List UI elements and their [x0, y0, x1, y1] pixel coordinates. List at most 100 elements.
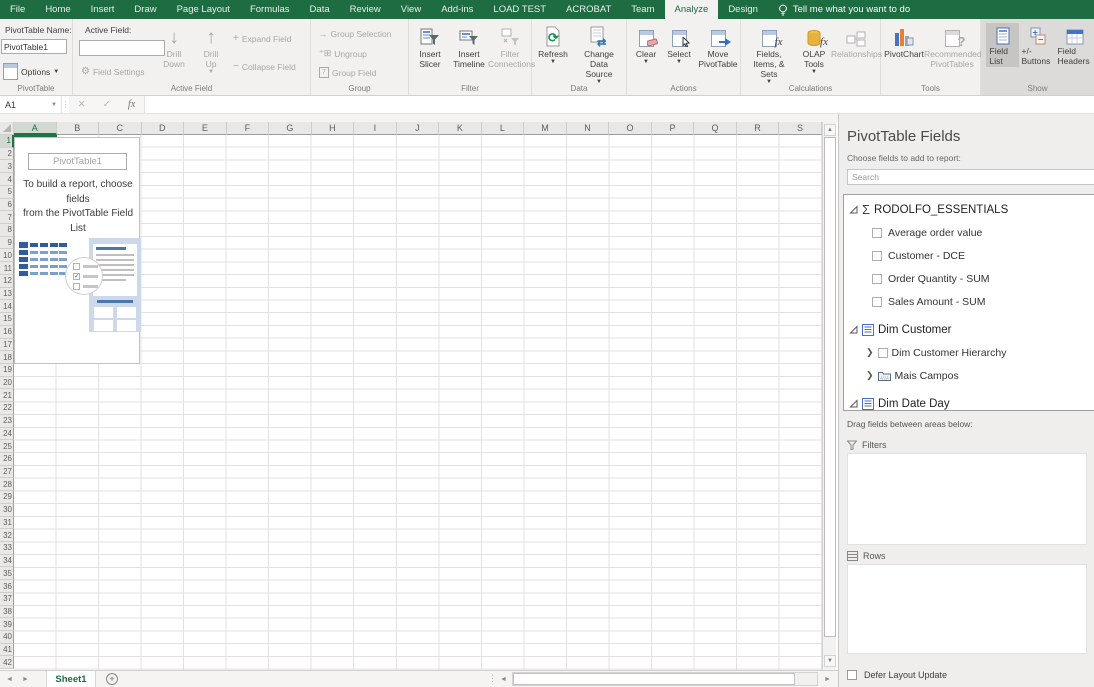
enter-icon[interactable]: ✓	[103, 99, 111, 110]
row-header-18[interactable]: 18	[0, 351, 14, 364]
column-header-s[interactable]: S	[779, 122, 822, 135]
row-header-33[interactable]: 33	[0, 542, 14, 555]
column-header-f[interactable]: F	[227, 122, 270, 135]
field-tree-item-rodolfo-essentials[interactable]: ΣRODOLFO_ESSENTIALS	[844, 198, 1094, 221]
row-header-32[interactable]: 32	[0, 529, 14, 542]
formula-input[interactable]	[145, 96, 1094, 113]
options-button[interactable]: Options ▼	[3, 63, 59, 80]
row-header-28[interactable]: 28	[0, 478, 14, 491]
name-box[interactable]: A1 ▼	[0, 96, 62, 113]
row-header-17[interactable]: 17	[0, 339, 14, 352]
row-header-39[interactable]: 39	[0, 618, 14, 631]
row-header-19[interactable]: 19	[0, 364, 14, 377]
row-header-15[interactable]: 15	[0, 313, 14, 326]
insert-slicer-button[interactable]: Insert Slicer	[413, 25, 447, 69]
menu-tab-load-test[interactable]: LOAD TEST	[483, 0, 556, 19]
group-selection-button[interactable]: → Group Selection	[319, 29, 391, 39]
hscroll-right-icon[interactable]: ►	[824, 671, 831, 687]
tab-splitter-handle[interactable]: ⋮	[488, 673, 497, 684]
filter-connections-button[interactable]: Filter Connections	[489, 25, 531, 69]
cancel-icon[interactable]: ✕	[78, 99, 86, 110]
field-tree-item-customer-dce[interactable]: Customer - DCE	[844, 244, 1094, 267]
column-header-a[interactable]: A	[14, 122, 57, 135]
column-header-k[interactable]: K	[439, 122, 482, 135]
filters-area-dropzone[interactable]	[847, 453, 1087, 545]
row-header-9[interactable]: 9	[0, 237, 14, 250]
menu-tab-add-ins[interactable]: Add-ins	[431, 0, 483, 19]
row-header-8[interactable]: 8	[0, 224, 14, 237]
row-header-22[interactable]: 22	[0, 402, 14, 415]
row-header-27[interactable]: 27	[0, 466, 14, 479]
field-checkbox[interactable]	[872, 297, 882, 307]
field-list-button[interactable]: Field List	[986, 23, 1019, 67]
ungroup-button[interactable]: ⁺⊞ Ungroup	[319, 48, 367, 59]
field-checkbox[interactable]	[872, 251, 882, 261]
defer-layout-checkbox[interactable]	[847, 670, 857, 680]
clear-button[interactable]: Clear ▼	[631, 25, 661, 65]
sheet-tab-sheet1[interactable]: Sheet1	[46, 671, 96, 687]
move-pivottable-button[interactable]: Move PivotTable	[697, 25, 739, 69]
column-header-r[interactable]: R	[737, 122, 780, 135]
menu-tab-insert[interactable]: Insert	[81, 0, 125, 19]
pivotchart-button[interactable]: PivotChart	[883, 25, 925, 59]
olap-tools-button[interactable]: fx OLAP Tools ▼	[797, 25, 831, 75]
row-header-40[interactable]: 40	[0, 631, 14, 644]
menu-tab-formulas[interactable]: Formulas	[240, 0, 300, 19]
sheet-nav-right-icon[interactable]: ►	[22, 671, 29, 687]
field-tree-item-dim-customer[interactable]: Dim Customer	[844, 318, 1094, 341]
menu-tab-page-layout[interactable]: Page Layout	[167, 0, 240, 19]
fields-items-sets-button[interactable]: fx Fields, Items, & Sets ▼	[745, 25, 793, 85]
field-settings-button[interactable]: ⚙ Field Settings	[81, 66, 144, 77]
column-header-o[interactable]: O	[609, 122, 652, 135]
row-header-29[interactable]: 29	[0, 491, 14, 504]
row-header-42[interactable]: 42	[0, 656, 14, 669]
row-header-24[interactable]: 24	[0, 428, 14, 441]
row-header-5[interactable]: 5	[0, 186, 14, 199]
row-header-4[interactable]: 4	[0, 173, 14, 186]
field-checkbox[interactable]	[878, 348, 888, 358]
row-header-12[interactable]: 12	[0, 275, 14, 288]
field-checkbox[interactable]	[872, 274, 882, 284]
sheet-nav-left-icon[interactable]: ◄	[6, 671, 13, 687]
select-all-corner[interactable]	[0, 122, 14, 135]
add-sheet-icon[interactable]: +	[106, 673, 118, 685]
menu-tab-analyze[interactable]: Analyze	[665, 0, 719, 19]
change-data-source-button[interactable]: ⇄ Change Data Source ▼	[574, 25, 624, 85]
row-header-10[interactable]: 10	[0, 249, 14, 262]
menu-tab-design[interactable]: Design	[718, 0, 768, 19]
select-button[interactable]: Select ▼	[664, 25, 694, 65]
row-header-31[interactable]: 31	[0, 517, 14, 530]
expand-chevron-icon[interactable]: ❯	[866, 370, 874, 381]
row-header-21[interactable]: 21	[0, 389, 14, 402]
column-header-g[interactable]: G	[269, 122, 312, 135]
row-header-3[interactable]: 3	[0, 160, 14, 173]
row-header-30[interactable]: 30	[0, 504, 14, 517]
field-headers-button[interactable]: Field Headers	[1058, 23, 1091, 67]
column-header-c[interactable]: C	[99, 122, 142, 135]
menu-tab-home[interactable]: Home	[35, 0, 80, 19]
menu-tab-acrobat[interactable]: ACROBAT	[556, 0, 621, 19]
active-field-input[interactable]	[79, 40, 165, 56]
field-tree-item-average-order-value[interactable]: Average order value	[844, 221, 1094, 244]
column-header-j[interactable]: J	[397, 122, 440, 135]
group-field-button[interactable]: 7 Group Field	[319, 67, 376, 78]
field-tree-item-dim-date-day[interactable]: Dim Date Day	[844, 392, 1094, 411]
row-header-38[interactable]: 38	[0, 606, 14, 619]
search-input[interactable]	[847, 169, 1094, 185]
refresh-button[interactable]: ⟳ Refresh ▼	[536, 25, 570, 65]
collapse-field-button[interactable]: − Collapse Field	[233, 61, 296, 72]
column-header-q[interactable]: Q	[694, 122, 737, 135]
column-header-b[interactable]: B	[57, 122, 100, 135]
field-tree-item-mais-campos[interactable]: ❯Mais Campos	[844, 364, 1094, 387]
row-header-1[interactable]: 1	[0, 135, 14, 148]
vertical-scroll-thumb[interactable]	[824, 137, 836, 637]
menu-tab-review[interactable]: Review	[340, 0, 391, 19]
column-header-e[interactable]: E	[184, 122, 227, 135]
hscroll-left-icon[interactable]: ◄	[500, 671, 507, 687]
field-tree-item-sales-amount-sum[interactable]: Sales Amount - SUM	[844, 290, 1094, 313]
insert-timeline-button[interactable]: Insert Timeline	[449, 25, 489, 69]
row-header-6[interactable]: 6	[0, 199, 14, 212]
column-header-m[interactable]: M	[524, 122, 567, 135]
row-header-20[interactable]: 20	[0, 377, 14, 390]
column-header-l[interactable]: L	[482, 122, 525, 135]
